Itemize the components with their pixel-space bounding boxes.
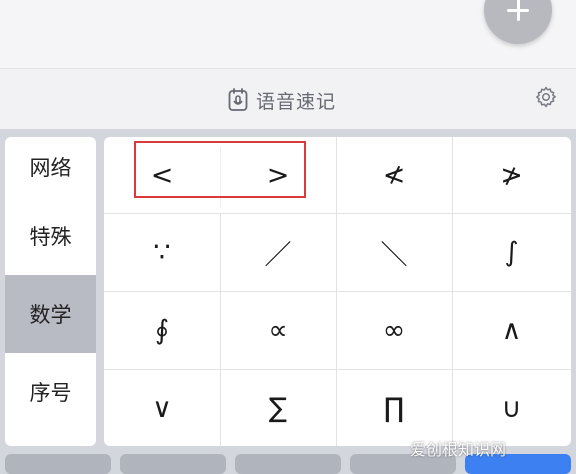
symbol-key-logical-or[interactable]: ∨ [104, 370, 220, 446]
symbol-grid: < > ≮ ≯ ∵ ／ ＼ ∫ ∮ ∝ ∞ ∧ ∨ ∑ ∏ ∪ [104, 137, 571, 446]
content-area [0, 0, 576, 68]
symbol-key-product[interactable]: ∏ [336, 370, 452, 446]
keyboard-toolbar: 语音速记 [0, 68, 576, 129]
voice-note-button[interactable]: 语音速记 [228, 87, 336, 113]
symbol-key-integral[interactable]: ∫ [452, 214, 571, 291]
symbol-key-not-less-than[interactable]: ≮ [336, 137, 452, 213]
symbol-key-infinity[interactable]: ∞ [336, 292, 452, 369]
symbol-key-because[interactable]: ∵ [104, 214, 220, 291]
voice-note-label: 语音速记 [256, 90, 337, 113]
symbol-key-union[interactable]: ∪ [452, 370, 571, 446]
symbol-key-summation[interactable]: ∑ [220, 370, 336, 446]
sidebar-item-math[interactable]: 数学 [5, 275, 96, 353]
symbol-key-contour-integral[interactable]: ∮ [104, 292, 220, 369]
category-sidebar: 网络 特殊 数学 序号 [5, 137, 96, 446]
symbol-key-proportional[interactable]: ∝ [220, 292, 336, 369]
sidebar-item-network[interactable]: 网络 [5, 137, 96, 197]
settings-gear-icon[interactable] [534, 85, 558, 109]
symbol-key-less-than[interactable]: < [104, 137, 220, 213]
sidebar-item-numbering[interactable]: 序号 [5, 353, 96, 431]
bottom-key-1[interactable] [5, 454, 111, 474]
symbol-key-logical-and[interactable]: ∧ [452, 292, 571, 369]
bottom-key-3[interactable] [235, 454, 341, 474]
sidebar-item-special[interactable]: 特殊 [5, 197, 96, 275]
symbol-key-not-greater-than[interactable]: ≯ [452, 137, 571, 213]
bottom-key-2[interactable] [120, 454, 226, 474]
add-button[interactable] [484, 0, 552, 44]
symbol-key-greater-than[interactable]: > [220, 137, 336, 213]
symbol-key-backslash[interactable]: ＼ [336, 214, 452, 291]
microphone-icon [228, 88, 248, 111]
symbol-key-slash[interactable]: ／ [220, 214, 336, 291]
watermark: 爱创根知识网 [410, 440, 507, 459]
